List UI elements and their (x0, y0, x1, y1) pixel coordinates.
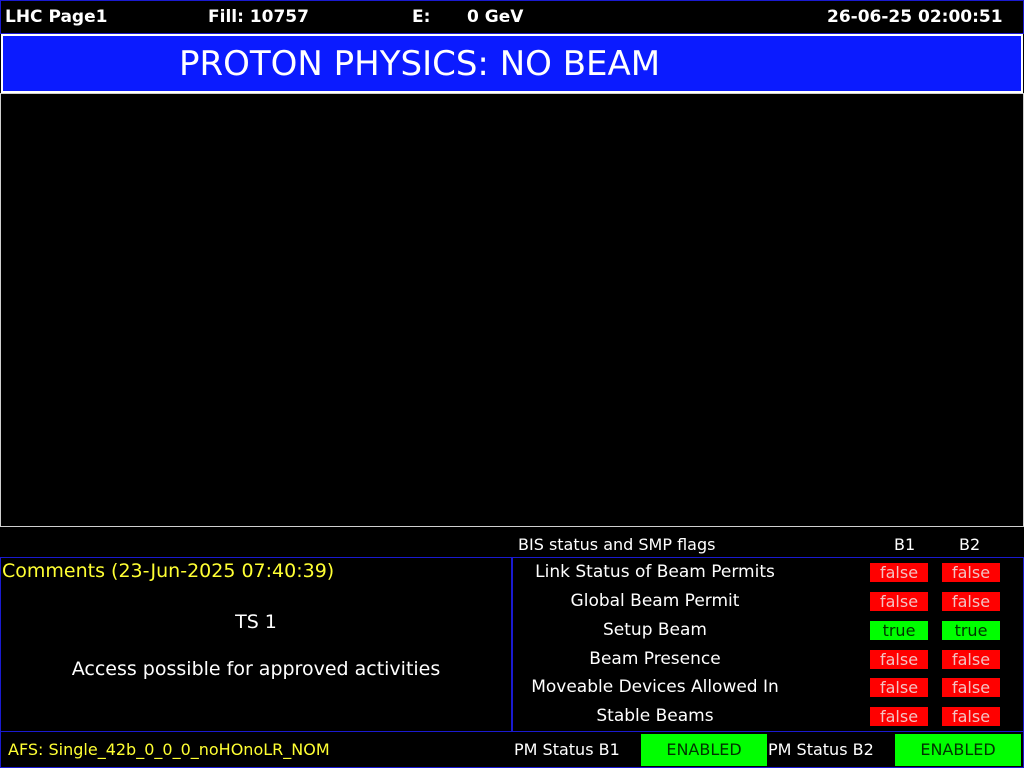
comments-line-2: Access possible for approved activities (71, 658, 441, 680)
energy-label: E: (412, 7, 431, 27)
flag-value-b2: false (942, 592, 1000, 611)
flag-value-b1: false (870, 563, 928, 582)
flag-label: Beam Presence (589, 649, 721, 669)
comments-panel: Comments (23-Jun-2025 07:40:39) TS 1 Acc… (0, 557, 512, 732)
page-title: LHC Page1 (5, 7, 108, 27)
bis-title: BIS status and SMP flags (518, 535, 716, 554)
footer-bar: AFS: Single_42b_0_0_0_noHOnoLR_NOM PM St… (0, 731, 1024, 768)
flag-value-b1: false (870, 678, 928, 697)
flag-row: Setup Beam true true (513, 618, 1023, 642)
flag-row: Moveable Devices Allowed In false false (513, 675, 1023, 699)
datetime: 26-06-25 02:00:51 (827, 7, 1003, 27)
comments-title: Comments (23-Jun-2025 07:40:39) (2, 560, 335, 582)
pm-status-b2-value: ENABLED (895, 734, 1021, 766)
flag-row: Link Status of Beam Permits false false (513, 560, 1023, 584)
flag-value-b1: false (870, 707, 928, 726)
comments-line-1: TS 1 (235, 611, 277, 633)
flag-value-b1: false (870, 592, 928, 611)
flag-label: Stable Beams (596, 706, 714, 726)
flag-value-b2: true (942, 621, 1000, 640)
mode-banner-text: PROTON PHYSICS: NO BEAM (179, 44, 661, 84)
flag-value-b1: false (870, 650, 928, 669)
flag-row: Global Beam Permit false false (513, 589, 1023, 613)
pm-status-b2-label: PM Status B2 (768, 740, 874, 759)
flag-label: Setup Beam (603, 620, 707, 640)
flag-value-b1: true (870, 621, 928, 640)
flag-value-b2: false (942, 678, 1000, 697)
header-bar: LHC Page1 Fill: 10757 E: 0 GeV 26-06-25 … (0, 0, 1024, 34)
flag-value-b2: false (942, 650, 1000, 669)
flag-row: Stable Beams false false (513, 704, 1023, 728)
flag-value-b2: false (942, 707, 1000, 726)
bis-col-b1: B1 (894, 535, 916, 554)
mode-banner: PROTON PHYSICS: NO BEAM (1, 34, 1023, 93)
flag-row: Beam Presence false false (513, 647, 1023, 671)
bis-col-b2: B2 (959, 535, 981, 554)
flag-value-b2: false (942, 563, 1000, 582)
flag-label: Link Status of Beam Permits (535, 562, 775, 582)
energy-value: 0 GeV (467, 7, 524, 27)
fill-number: Fill: 10757 (208, 7, 309, 27)
pm-status-b1-value: ENABLED (641, 734, 767, 766)
afs-config: AFS: Single_42b_0_0_0_noHOnoLR_NOM (8, 740, 330, 759)
flag-label: Global Beam Permit (570, 591, 740, 611)
pm-status-b1-label: PM Status B1 (514, 740, 620, 759)
flag-label: Moveable Devices Allowed In (531, 677, 779, 697)
bis-flags-panel: Link Status of Beam Permits false false … (512, 557, 1024, 732)
main-display-area (0, 93, 1024, 527)
